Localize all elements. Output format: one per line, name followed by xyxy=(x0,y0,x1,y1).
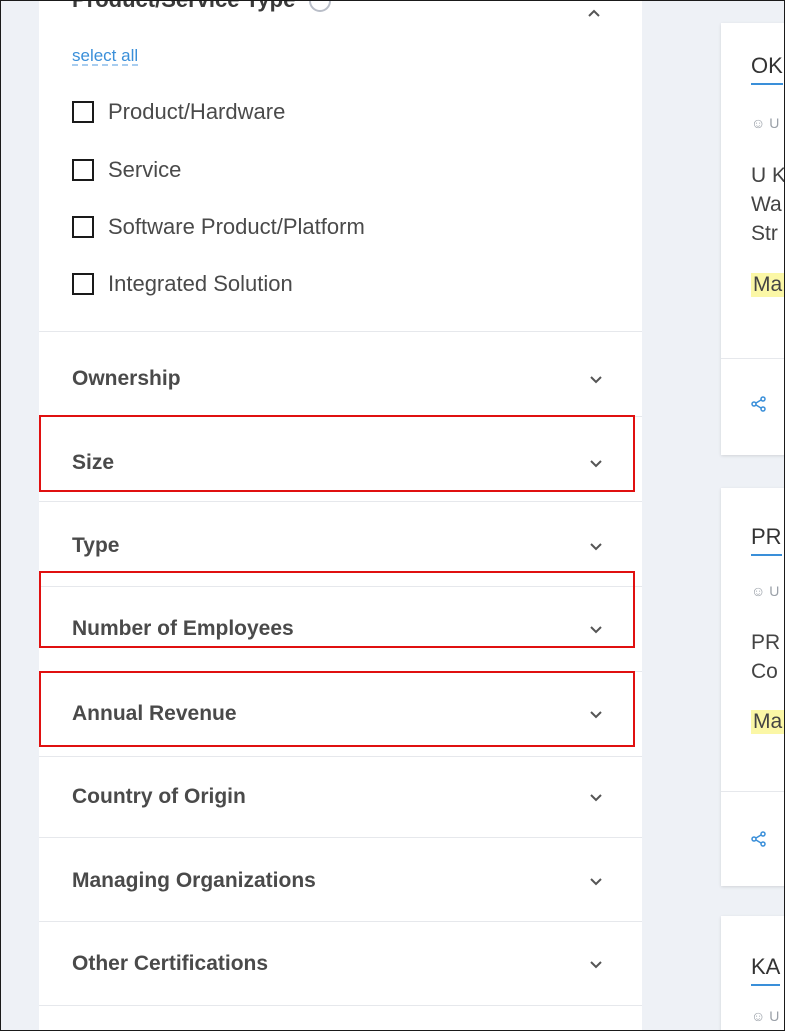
checkbox-box[interactable] xyxy=(72,216,94,238)
checkbox-label: Product/Hardware xyxy=(108,99,286,124)
card-highlight-tag: Ma xyxy=(751,273,784,297)
chevron-down-icon xyxy=(590,878,602,886)
accordion-annual-revenue[interactable]: Annual Revenue xyxy=(39,684,642,744)
share-icon[interactable] xyxy=(751,396,767,412)
result-card[interactable]: PR ☺ U PR Co Ma xyxy=(721,488,784,886)
card-owner: ☺ U xyxy=(751,1008,779,1024)
result-card[interactable]: OK ☺ U U K Wa Str Ma xyxy=(721,23,785,455)
divider xyxy=(39,416,642,417)
checkbox-box[interactable] xyxy=(72,159,94,181)
accordion-other-certifications[interactable]: Other Certifications xyxy=(39,934,642,994)
divider xyxy=(721,358,784,359)
card-description-line: U K xyxy=(751,164,785,187)
accordion-size[interactable]: Size xyxy=(39,433,642,493)
accordion-label: Annual Revenue xyxy=(72,702,237,725)
checkbox-label: Integrated Solution xyxy=(108,271,293,296)
user-icon: ☺ xyxy=(751,583,766,599)
user-icon: ☺ xyxy=(751,1008,766,1024)
accordion-managing-organizations[interactable]: Managing Organizations xyxy=(39,851,642,911)
screenshot-frame: Product/Service Type select all Product/… xyxy=(0,0,785,1031)
accordion-type[interactable]: Type xyxy=(39,516,642,576)
card-owner: ☺ U xyxy=(751,115,779,131)
checkbox-software-product-platform[interactable]: Software Product/Platform xyxy=(72,213,365,241)
filter-panel: Product/Service Type select all Product/… xyxy=(39,1,642,1030)
checkbox-product-hardware[interactable]: Product/Hardware xyxy=(72,98,285,126)
checkbox-box[interactable] xyxy=(72,101,94,123)
card-owner: ☺ U xyxy=(751,583,779,599)
checkbox-integrated-solution[interactable]: Integrated Solution xyxy=(72,270,293,298)
section-title: Product/Service Type xyxy=(72,1,295,12)
card-owner-text: U xyxy=(769,583,780,599)
card-description: U K Wa Str xyxy=(751,161,785,248)
section-header-product-service-type[interactable]: Product/Service Type xyxy=(72,1,332,13)
accordion-label: Size xyxy=(72,451,115,474)
card-title-link[interactable]: OK xyxy=(751,53,783,85)
card-description-line: Co xyxy=(751,660,778,683)
chevron-down-icon xyxy=(590,460,602,468)
result-card[interactable]: KA ☺ U xyxy=(721,916,784,1030)
info-icon[interactable] xyxy=(309,1,332,13)
divider xyxy=(39,501,642,502)
checkbox-service[interactable]: Service xyxy=(72,156,181,184)
divider xyxy=(39,837,642,838)
chevron-down-icon xyxy=(590,711,602,719)
card-owner-text: U xyxy=(769,115,780,131)
accordion-country-of-origin[interactable]: Country of Origin xyxy=(39,767,642,827)
checkbox-box[interactable] xyxy=(72,273,94,295)
select-all-link[interactable]: select all xyxy=(72,46,138,66)
accordion-label: Managing Organizations xyxy=(72,869,316,892)
collapse-icon[interactable] xyxy=(587,7,601,21)
divider xyxy=(39,671,642,672)
share-icon[interactable] xyxy=(751,831,767,847)
card-owner-text: U xyxy=(769,1008,780,1024)
accordion-label: Number of Employees xyxy=(72,617,294,640)
chevron-down-icon xyxy=(590,376,602,384)
accordion-number-of-employees[interactable]: Number of Employees xyxy=(39,599,642,659)
card-description-line: Wa xyxy=(751,193,782,216)
chevron-down-icon xyxy=(590,794,602,802)
accordion-label: Ownership xyxy=(72,367,181,390)
divider xyxy=(39,1005,642,1006)
chevron-down-icon xyxy=(590,543,602,551)
checkbox-label: Service xyxy=(108,157,182,182)
accordion-label: Type xyxy=(72,534,120,557)
divider xyxy=(721,791,784,792)
card-title-link[interactable]: KA xyxy=(751,954,781,986)
card-description: PR Co xyxy=(751,628,780,686)
chevron-down-icon xyxy=(590,961,602,969)
card-description-line: PR xyxy=(751,631,781,654)
divider xyxy=(39,586,642,587)
card-description-line: Str xyxy=(751,222,778,245)
accordion-label: Country of Origin xyxy=(72,785,246,808)
accordion-ownership[interactable]: Ownership xyxy=(39,349,642,409)
card-highlight-tag: Ma xyxy=(751,710,784,734)
divider xyxy=(39,331,642,332)
user-icon: ☺ xyxy=(751,115,766,131)
chevron-down-icon xyxy=(590,626,602,634)
accordion-label: Other Certifications xyxy=(72,952,269,975)
card-title-link[interactable]: PR xyxy=(751,524,782,556)
divider xyxy=(39,756,642,757)
divider xyxy=(39,921,642,922)
checkbox-label: Software Product/Platform xyxy=(108,214,365,239)
